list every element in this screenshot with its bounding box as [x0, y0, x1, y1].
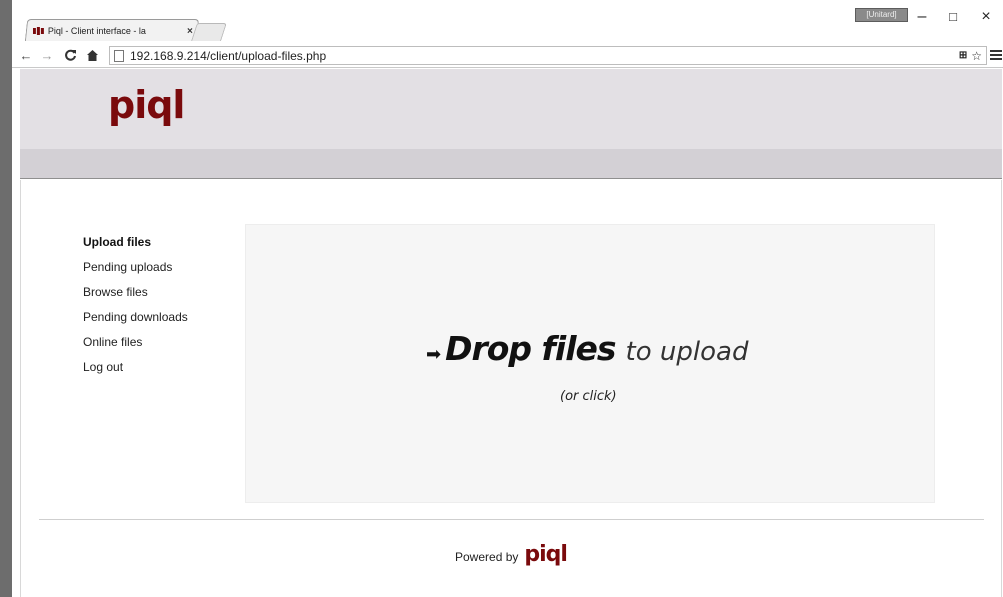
reload-icon[interactable] [62, 47, 78, 64]
sidebar-item-log-out[interactable]: Log out [83, 355, 243, 380]
piql-logo[interactable]: piql [108, 83, 185, 127]
site-header: piql [20, 69, 1002, 149]
footer-powered-by: Powered by [455, 550, 519, 564]
sidebar-item-upload-files[interactable]: Upload files [83, 230, 243, 255]
arrow-right-icon: ➡ [426, 344, 442, 364]
footer-divider [39, 519, 984, 520]
header-bar [20, 149, 1002, 179]
browser-tab[interactable]: Piql - Client interface - la × [24, 19, 200, 41]
close-window-button[interactable]: × [976, 8, 996, 26]
url-text: 192.168.9.214/client/upload-files.php [130, 48, 327, 63]
sidebar-nav: Upload files Pending uploads Browse file… [83, 230, 243, 380]
translate-icon[interactable]: ⊞ [959, 50, 967, 61]
user-badge[interactable]: [Unitard] [855, 8, 908, 22]
browser-toolbar: ← → 192.168.9.214/client/upload-files.ph… [12, 44, 1003, 68]
minimize-button[interactable]: – [912, 8, 932, 26]
sidebar-item-browse-files[interactable]: Browse files [83, 280, 243, 305]
tab-title: Piql - Client interface - la [47, 26, 146, 36]
back-arrow-icon[interactable]: ← [18, 47, 34, 64]
bookmark-star-icon[interactable]: ☆ [971, 49, 982, 63]
address-bar[interactable]: 192.168.9.214/client/upload-files.php ⊞ … [109, 46, 987, 65]
sidebar-item-online-files[interactable]: Online files [83, 330, 243, 355]
browser-tab-bar: Piql - Client interface - la × [Unitard]… [12, 0, 1003, 44]
footer: Powered by piql [455, 542, 568, 567]
drop-heading-strong: Drop files [445, 329, 616, 368]
drop-subtext: (or click) [560, 389, 617, 404]
tab-close-icon[interactable]: × [183, 26, 193, 37]
new-tab-button[interactable] [191, 23, 227, 41]
page-viewport: piql Upload files Pending uploads Browse… [12, 69, 1003, 597]
page-icon [114, 49, 124, 62]
footer-piql-logo: piql [524, 542, 568, 567]
forward-arrow-icon[interactable]: → [39, 47, 55, 64]
home-icon[interactable] [84, 47, 100, 64]
content-right-border [1001, 180, 1002, 597]
sidebar-item-pending-downloads[interactable]: Pending downloads [83, 305, 243, 330]
maximize-button[interactable]: □ [943, 8, 963, 26]
drop-heading-light: to upload [625, 337, 749, 367]
main-content: Upload files Pending uploads Browse file… [20, 180, 1002, 597]
file-drop-zone[interactable]: ➡ Drop files to upload (or click) [245, 224, 935, 503]
hamburger-menu-icon[interactable] [990, 48, 1002, 62]
piql-favicon-icon [32, 27, 45, 35]
desktop-edge [0, 0, 12, 597]
sidebar-item-pending-uploads[interactable]: Pending uploads [83, 255, 243, 280]
drop-heading: ➡ Drop files to upload [426, 329, 748, 368]
